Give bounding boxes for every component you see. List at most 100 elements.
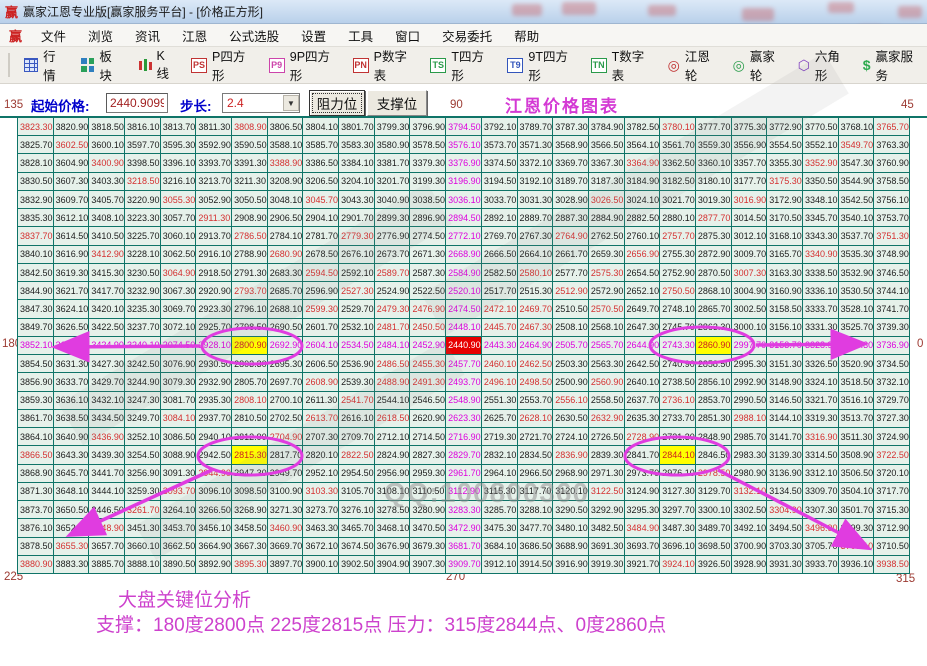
grid-cell[interactable]: 3170.50 — [767, 209, 803, 227]
grid-cell[interactable]: 3184.90 — [625, 173, 661, 191]
grid-cell[interactable]: 3081.70 — [161, 392, 197, 410]
grid-cell[interactable]: 3734.50 — [874, 355, 910, 373]
grid-cell[interactable]: 3849.70 — [18, 319, 54, 337]
grid-cell[interactable]: 3518.50 — [839, 373, 875, 391]
grid-cell[interactable]: 3616.90 — [54, 246, 90, 264]
grid-cell[interactable]: 2563.30 — [589, 355, 625, 373]
grid-cell[interactable]: 2611.30 — [303, 392, 339, 410]
grid-cell[interactable]: 2659.30 — [589, 246, 625, 264]
grid-cell[interactable]: 3748.90 — [874, 246, 910, 264]
grid-cell[interactable]: 3444.10 — [89, 483, 125, 501]
grid-cell[interactable]: 2623.30 — [446, 410, 482, 428]
grid-cell[interactable]: 3681.70 — [446, 538, 482, 556]
grid-cell[interactable]: 3400.90 — [89, 154, 125, 172]
grid-cell[interactable]: 3004.90 — [732, 282, 768, 300]
grid-cell[interactable]: 2481.70 — [375, 319, 411, 337]
grid-cell[interactable]: 3079.30 — [161, 373, 197, 391]
grid-cell-highlight[interactable]: 2844.10 — [660, 446, 696, 464]
toolbar-button[interactable]: TST四方形 — [422, 46, 499, 84]
grid-cell[interactable]: 2971.30 — [589, 465, 625, 483]
grid-cell[interactable]: 3780.10 — [660, 118, 696, 136]
grid-cell[interactable]: 3888.10 — [125, 556, 161, 574]
grid-cell[interactable]: 3636.10 — [54, 392, 90, 410]
grid-cell[interactable]: 3753.70 — [874, 209, 910, 227]
grid-cell[interactable]: 3230.50 — [125, 264, 161, 282]
grid-cell[interactable]: 2635.30 — [625, 410, 661, 428]
grid-cell[interactable]: 2527.30 — [339, 282, 375, 300]
grid-cell[interactable]: 2503.30 — [553, 355, 589, 373]
grid-cell[interactable]: 3228.10 — [125, 246, 161, 264]
grid-cell[interactable]: 2536.90 — [339, 355, 375, 373]
menu-item[interactable]: 公式选股 — [218, 26, 290, 45]
grid-cell[interactable]: 3319.30 — [803, 410, 839, 428]
grid-cell[interactable]: 3592.90 — [196, 136, 232, 154]
grid-cell[interactable]: 3175.30 — [767, 173, 803, 191]
grid-cell[interactable]: 3501.70 — [839, 501, 875, 519]
grid-cell[interactable]: 2851.30 — [696, 410, 732, 428]
grid-cell[interactable]: 3218.50 — [125, 173, 161, 191]
grid-cell[interactable]: 3086.50 — [161, 428, 197, 446]
grid-cell[interactable]: 2505.70 — [553, 337, 589, 355]
grid-cell[interactable]: 3506.50 — [839, 465, 875, 483]
grid-cell[interactable]: 2745.70 — [660, 319, 696, 337]
grid-cell[interactable]: 2863.30 — [696, 319, 732, 337]
grid-cell[interactable]: 3295.30 — [625, 501, 661, 519]
grid-cell[interactable]: 3134.50 — [767, 483, 803, 501]
grid-cell[interactable]: 2455.30 — [410, 355, 446, 373]
grid-cell[interactable]: 3751.30 — [874, 227, 910, 245]
menu-item[interactable]: 资讯 — [124, 26, 171, 45]
grid-cell[interactable]: 2954.50 — [339, 465, 375, 483]
grid-cell[interactable]: 3607.30 — [54, 173, 90, 191]
grid-cell[interactable]: 3746.50 — [874, 264, 910, 282]
grid-cell[interactable]: 2599.30 — [303, 300, 339, 318]
grid-cell[interactable]: 3919.30 — [589, 556, 625, 574]
grid-cell[interactable]: 3192.10 — [518, 173, 554, 191]
grid-cell[interactable]: 3448.90 — [89, 519, 125, 537]
grid-cell[interactable]: 3043.30 — [339, 191, 375, 209]
grid-cell[interactable]: 2649.70 — [625, 300, 661, 318]
grid-cell[interactable]: 2714.50 — [410, 428, 446, 446]
grid-cell[interactable]: 3093.70 — [161, 483, 197, 501]
grid-cell[interactable]: 3160.90 — [767, 282, 803, 300]
grid-cell[interactable]: 2616.10 — [339, 410, 375, 428]
grid-cell[interactable]: 3885.70 — [89, 556, 125, 574]
grid-cell[interactable]: 3674.50 — [339, 538, 375, 556]
grid-cell[interactable]: 3856.90 — [18, 373, 54, 391]
grid-cell[interactable]: 3105.70 — [339, 483, 375, 501]
grid-cell[interactable]: 3878.50 — [18, 538, 54, 556]
grid-cell[interactable]: 3069.70 — [161, 300, 197, 318]
grid-cell[interactable]: 2808.10 — [232, 392, 268, 410]
grid-cell[interactable]: 2666.50 — [482, 246, 518, 264]
grid-cell[interactable]: 3012.10 — [732, 227, 768, 245]
grid-cell[interactable]: 2668.90 — [446, 246, 482, 264]
grid-cell[interactable]: 2474.50 — [446, 300, 482, 318]
grid-cell[interactable]: 2774.50 — [410, 227, 446, 245]
grid-cell[interactable]: 2565.70 — [589, 337, 625, 355]
grid-cell[interactable]: 3547.30 — [839, 154, 875, 172]
grid-cell[interactable]: 3384.10 — [339, 154, 375, 172]
grid-cell[interactable]: 2877.70 — [696, 209, 732, 227]
grid-cell[interactable]: 3336.10 — [803, 282, 839, 300]
grid-cell[interactable]: 2551.30 — [482, 392, 518, 410]
grid-cell[interactable]: 3628.90 — [54, 337, 90, 355]
grid-cell[interactable]: 3321.70 — [803, 392, 839, 410]
grid-cell[interactable]: 2884.90 — [589, 209, 625, 227]
grid-cell[interactable]: 3132.10 — [732, 483, 768, 501]
grid-cell[interactable]: 3088.90 — [161, 446, 197, 464]
grid-cell[interactable]: 3808.90 — [232, 118, 268, 136]
grid-cell[interactable]: 2582.50 — [482, 264, 518, 282]
grid-cell[interactable]: 2467.30 — [518, 319, 554, 337]
grid-cell[interactable]: 3787.30 — [553, 118, 589, 136]
grid-cell[interactable]: 3206.50 — [303, 173, 339, 191]
grid-cell[interactable]: 3439.30 — [89, 446, 125, 464]
grid-cell[interactable]: 3352.90 — [803, 154, 839, 172]
grid-cell[interactable]: 3405.70 — [89, 191, 125, 209]
grid-cell[interactable]: 2896.90 — [410, 209, 446, 227]
grid-cell[interactable]: 2952.10 — [303, 465, 339, 483]
grid-cell[interactable]: 3472.90 — [446, 519, 482, 537]
grid-cell[interactable]: 2856.10 — [696, 373, 732, 391]
grid-cell[interactable]: 2452.90 — [410, 337, 446, 355]
grid-cell[interactable]: 3355.30 — [767, 154, 803, 172]
grid-cell[interactable]: 3799.30 — [375, 118, 411, 136]
grid-cell[interactable]: 3770.50 — [803, 118, 839, 136]
